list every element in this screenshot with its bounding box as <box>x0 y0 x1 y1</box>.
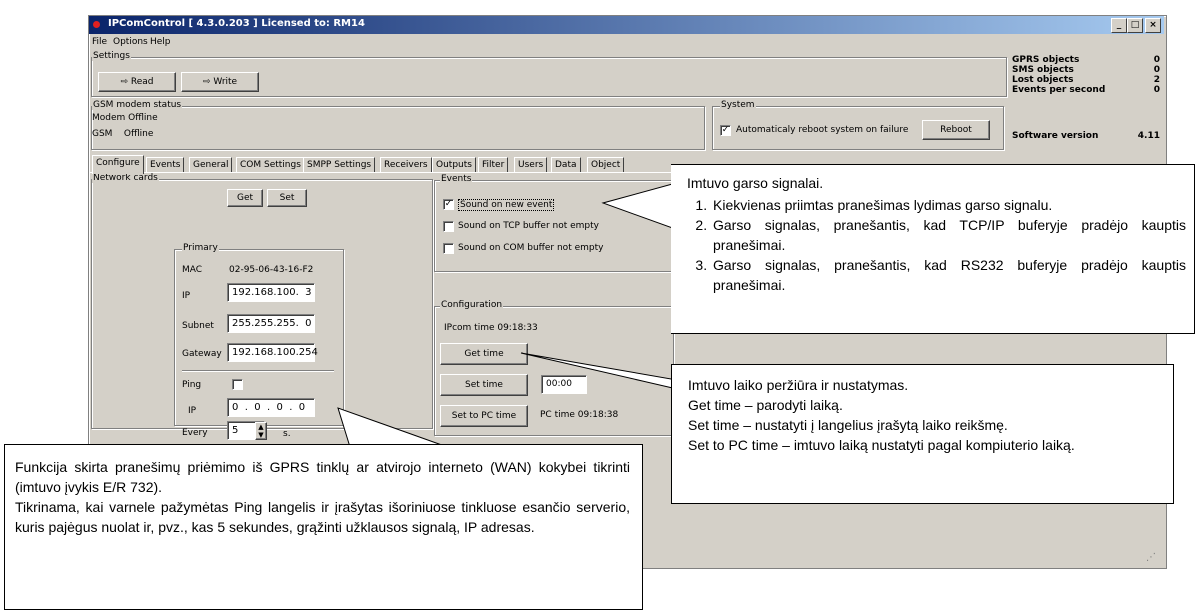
callout-sound-signals: Imtuvo garso signalai. Kiekvienas priimt… <box>671 164 1195 334</box>
sound-new-event-checkbox[interactable]: ✓ <box>443 199 454 210</box>
settings-label: Settings <box>92 51 131 61</box>
ping-checkbox[interactable] <box>232 379 243 390</box>
gsm-status-label: GSM modem status <box>92 100 183 110</box>
modem-status: Modem Offline <box>92 113 158 123</box>
primary-label: Primary <box>182 243 219 253</box>
tab-smpp-settings[interactable]: SMPP Settings <box>303 157 376 173</box>
set-time-field[interactable]: 00:00 <box>541 375 587 394</box>
menu-help[interactable]: Help <box>150 37 171 47</box>
stat-value: 0 <box>1153 65 1160 75</box>
get-time-button[interactable]: Get time <box>440 343 528 365</box>
auto-reboot-label: Automaticaly reboot system on failure <box>736 125 909 135</box>
write-label: Write <box>213 77 238 87</box>
stat-value: 0 <box>1153 85 1160 95</box>
network-cards-label: Network cards <box>92 173 159 183</box>
tab-outputs[interactable]: Outputs <box>432 157 476 173</box>
software-version-label: Software version <box>1012 131 1099 141</box>
mac-value: 02-95-06-43-16-F2 <box>229 265 314 275</box>
ipcom-time: IPcom time 09:18:33 <box>444 323 538 333</box>
read-button[interactable]: ⇨ Read <box>98 72 176 92</box>
callout-time-line: Get time – parodyti laiką. <box>688 397 843 413</box>
pc-time: PC time 09:18:38 <box>540 410 619 420</box>
callout-time-line: Set to PC time – imtuvo laiką nustatyti … <box>688 437 1075 453</box>
sound-tcp-buffer-label: Sound on TCP buffer not empty <box>458 221 600 231</box>
subnet-label: Subnet <box>182 321 214 331</box>
network-set-button[interactable]: Set <box>267 189 307 207</box>
menu-options[interactable]: Options <box>113 37 148 47</box>
minimize-button[interactable]: _ <box>1111 18 1127 33</box>
divider <box>182 370 334 372</box>
close-button[interactable]: × <box>1145 18 1161 33</box>
ping-ip-label: IP <box>188 406 197 416</box>
stats-panel: GPRS objects 0 SMS objects 0 Lost object… <box>1010 55 1162 151</box>
ping-ip-field[interactable]: 0 . 0 . 0 . 0 <box>227 398 315 417</box>
stat-label: GPRS objects <box>1012 55 1080 65</box>
tab-receivers[interactable]: Receivers <box>380 157 432 173</box>
gsm-status-group <box>91 106 705 150</box>
sound-tcp-buffer-checkbox[interactable] <box>443 221 454 232</box>
read-icon: ⇨ <box>120 77 129 87</box>
tab-data[interactable]: Data <box>551 157 581 173</box>
network-get-button[interactable]: Get <box>227 189 263 207</box>
sound-com-buffer-checkbox[interactable] <box>443 243 454 254</box>
every-stepper[interactable]: ▲ ▼ <box>255 422 267 440</box>
ip-field[interactable]: 192.168.100. 3 <box>227 283 315 302</box>
stat-label: Lost objects <box>1012 75 1074 85</box>
maximize-button[interactable]: □ <box>1127 18 1143 33</box>
callout-ping-check: Funkcija skirta pranešimų priėmimo iš GP… <box>4 444 643 610</box>
tab-object[interactable]: Object <box>587 157 625 173</box>
stat-value: 2 <box>1153 75 1160 85</box>
app-icon <box>93 21 100 28</box>
system-label: System <box>720 100 756 110</box>
tab-filter[interactable]: Filter <box>478 157 509 173</box>
ping-label: Ping <box>182 380 202 390</box>
reboot-button[interactable]: Reboot <box>922 120 990 140</box>
sound-new-event-label: Sound on new event <box>458 199 555 211</box>
gsm-status: GSM Offline <box>92 129 154 139</box>
gateway-field[interactable]: 192.168.100.254 <box>227 343 318 362</box>
resize-grip-icon[interactable]: ⋰ <box>1146 552 1158 564</box>
tab-configure[interactable]: Configure <box>92 155 144 174</box>
software-version-value: 4.11 <box>1137 131 1160 141</box>
write-button[interactable]: ⇨ Write <box>181 72 259 92</box>
mac-label: MAC <box>182 265 203 275</box>
set-to-pc-time-button[interactable]: Set to PC time <box>440 405 528 427</box>
tab-events[interactable]: Events <box>146 157 185 173</box>
window-title: IPComControl [ 4.3.0.203 ] Licensed to: … <box>108 18 365 29</box>
tab-general[interactable]: General <box>189 157 233 173</box>
every-label: Every <box>182 428 208 438</box>
stat-value: 0 <box>1153 55 1160 65</box>
every-unit: s. <box>283 429 291 439</box>
stat-label: SMS objects <box>1012 65 1074 75</box>
callout-ping-line: Tikrinama, kai varnele pažymėtas Ping la… <box>15 499 630 535</box>
callout-ping-line: Funkcija skirta pranešimų priėmimo iš GP… <box>15 459 630 495</box>
tab-com-settings[interactable]: COM Settings <box>236 157 305 173</box>
callout-sound-item: Garso signalas, pranešantis, kad RS232 b… <box>711 255 1186 295</box>
configuration-label: Configuration <box>440 300 504 310</box>
auto-reboot-checkbox[interactable]: ✓ <box>720 125 731 136</box>
gateway-label: Gateway <box>182 349 222 359</box>
tab-users[interactable]: Users <box>514 157 548 173</box>
callout-sound-item: Kiekvienas priimtas pranešimas lydimas g… <box>711 195 1186 215</box>
callout-time-settings: Imtuvo laiko peržiūra ir nustatymas. Get… <box>671 364 1174 504</box>
callout-time-line: Imtuvo laiko peržiūra ir nustatymas. <box>688 377 909 393</box>
callout-sound-title: Imtuvo garso signalai. <box>687 175 824 191</box>
read-label: Read <box>130 77 154 87</box>
stat-label: Events per second <box>1012 85 1106 95</box>
subnet-field[interactable]: 255.255.255. 0 <box>227 314 315 333</box>
callout-time-line: Set time – nustatyti į langelius įrašytą… <box>688 417 1008 433</box>
events-label: Events <box>440 174 473 184</box>
callout-sound-item: Garso signalas, pranešantis, kad TCP/IP … <box>711 215 1186 255</box>
sound-com-buffer-label: Sound on COM buffer not empty <box>458 243 604 253</box>
menu-file[interactable]: File <box>92 37 107 47</box>
set-time-button[interactable]: Set time <box>440 374 528 396</box>
ip-label: IP <box>182 291 191 301</box>
write-icon: ⇨ <box>202 77 211 87</box>
